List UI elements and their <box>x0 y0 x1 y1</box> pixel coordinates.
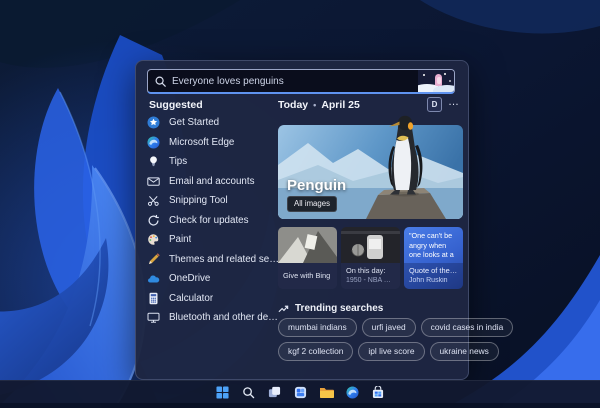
on-this-day-thumbnail <box>341 227 400 263</box>
daily-cards-row: Give with Bing On this day: 1950 - NBA m… <box>278 227 463 289</box>
sidebar-item-calculator[interactable]: Calculator <box>147 289 279 309</box>
file-explorer-icon[interactable] <box>318 384 334 400</box>
devices-icon <box>147 311 160 324</box>
task-view-icon[interactable] <box>266 384 282 400</box>
microsoft-store-icon[interactable] <box>370 384 386 400</box>
sidebar-item-onedrive[interactable]: OneDrive <box>147 269 279 289</box>
card-subcaption: 1950 - NBA miles... <box>346 276 395 284</box>
trending-chip[interactable]: ukraine news <box>429 342 499 361</box>
onedrive-icon <box>147 272 160 285</box>
sidebar-item-microsoft-edge[interactable]: Microsoft Edge <box>147 133 279 153</box>
penguin-doodle-illustration <box>418 70 454 92</box>
all-images-button[interactable]: All images <box>287 196 337 212</box>
card-subcaption: John Ruskin <box>409 276 448 284</box>
sidebar-item-email-accounts[interactable]: Email and accounts <box>147 172 279 192</box>
suggested-header: Suggested <box>149 99 203 111</box>
give-with-bing-card[interactable]: Give with Bing <box>278 227 337 289</box>
sidebar-item-tips[interactable]: Tips <box>147 152 279 172</box>
search-flyout-panel: Suggested Today • April 25 D … Get Start… <box>135 60 514 380</box>
calculator-icon <box>147 292 160 305</box>
sidebar-item-label: Calculator <box>169 292 214 304</box>
sidebar-item-label: Snipping Tool <box>169 195 228 207</box>
trending-icon <box>278 304 289 314</box>
sidebar-item-paint[interactable]: Paint <box>147 230 279 250</box>
hero-image-card[interactable]: Penguin All images <box>278 115 463 219</box>
sidebar-item-label: OneDrive <box>169 273 211 285</box>
sidebar-item-bluetooth-devices[interactable]: Bluetooth and other devices sett... <box>147 308 279 328</box>
edge-browser-icon[interactable] <box>344 384 360 400</box>
trending-chip[interactable]: ipl live score <box>358 342 425 361</box>
daily-badge[interactable]: D <box>427 97 442 112</box>
get-started-icon <box>147 116 160 129</box>
sidebar-item-label: Check for updates <box>169 214 249 226</box>
edge-icon <box>147 136 160 149</box>
trending-chip[interactable]: covid cases in india <box>420 318 514 337</box>
today-separator: • <box>313 100 317 110</box>
sidebar-item-themes[interactable]: Themes and related settings <box>147 250 279 270</box>
hero-title: Penguin <box>287 177 347 194</box>
widgets-icon[interactable] <box>292 384 308 400</box>
search-icon <box>155 75 166 87</box>
themes-icon <box>147 253 160 266</box>
search-box[interactable] <box>147 69 455 94</box>
trending-chip[interactable]: mumbai indians <box>278 318 357 337</box>
email-icon <box>147 175 160 188</box>
sidebar-item-label: Bluetooth and other devices sett... <box>169 312 279 324</box>
quote-text: "One can't be angry when one looks at a … <box>409 231 454 263</box>
trending-chip-row: mumbai indians urfi javed covid cases in… <box>278 318 514 337</box>
quote-of-the-day-card[interactable]: "One can't be angry when one looks at a … <box>404 227 463 289</box>
start-button[interactable] <box>214 384 230 400</box>
more-options-icon[interactable]: … <box>448 96 460 108</box>
sidebar-item-label: Themes and related settings <box>169 253 279 265</box>
tips-icon <box>147 155 160 168</box>
card-caption: On this day: <box>346 266 386 275</box>
trending-chip[interactable]: urfi javed <box>361 318 416 337</box>
sidebar-item-label: Email and accounts <box>169 175 255 187</box>
suggested-list: Get Started Microsoft Edge Tips Email an… <box>147 113 279 328</box>
updates-icon <box>147 214 160 227</box>
taskbar <box>0 380 600 403</box>
sidebar-item-get-started[interactable]: Get Started <box>147 113 279 133</box>
trending-chip[interactable]: kgf 2 collection <box>278 342 354 361</box>
today-date: April 25 <box>321 99 360 111</box>
card-caption: Give with Bing <box>283 271 331 281</box>
trending-chip-row: kgf 2 collection ipl live score ukraine … <box>278 342 499 361</box>
trending-searches-header: Trending searches <box>278 303 383 314</box>
today-label: Today <box>278 99 309 111</box>
search-input[interactable] <box>172 75 418 87</box>
snipping-tool-icon <box>147 194 160 207</box>
taskbar-search-icon[interactable] <box>240 384 256 400</box>
sidebar-item-label: Microsoft Edge <box>169 136 235 148</box>
card-caption: Quote of the day: <box>409 266 458 275</box>
today-header: Today • April 25 <box>278 99 360 111</box>
sidebar-item-label: Get Started <box>169 117 220 129</box>
trending-label: Trending searches <box>295 303 384 314</box>
sidebar-item-check-updates[interactable]: Check for updates <box>147 211 279 231</box>
sidebar-item-snipping-tool[interactable]: Snipping Tool <box>147 191 279 211</box>
give-with-bing-thumbnail <box>278 227 337 263</box>
on-this-day-card[interactable]: On this day: 1950 - NBA miles... <box>341 227 400 289</box>
sidebar-item-label: Tips <box>169 156 188 168</box>
paint-icon <box>147 233 160 246</box>
sidebar-item-label: Paint <box>169 234 192 246</box>
